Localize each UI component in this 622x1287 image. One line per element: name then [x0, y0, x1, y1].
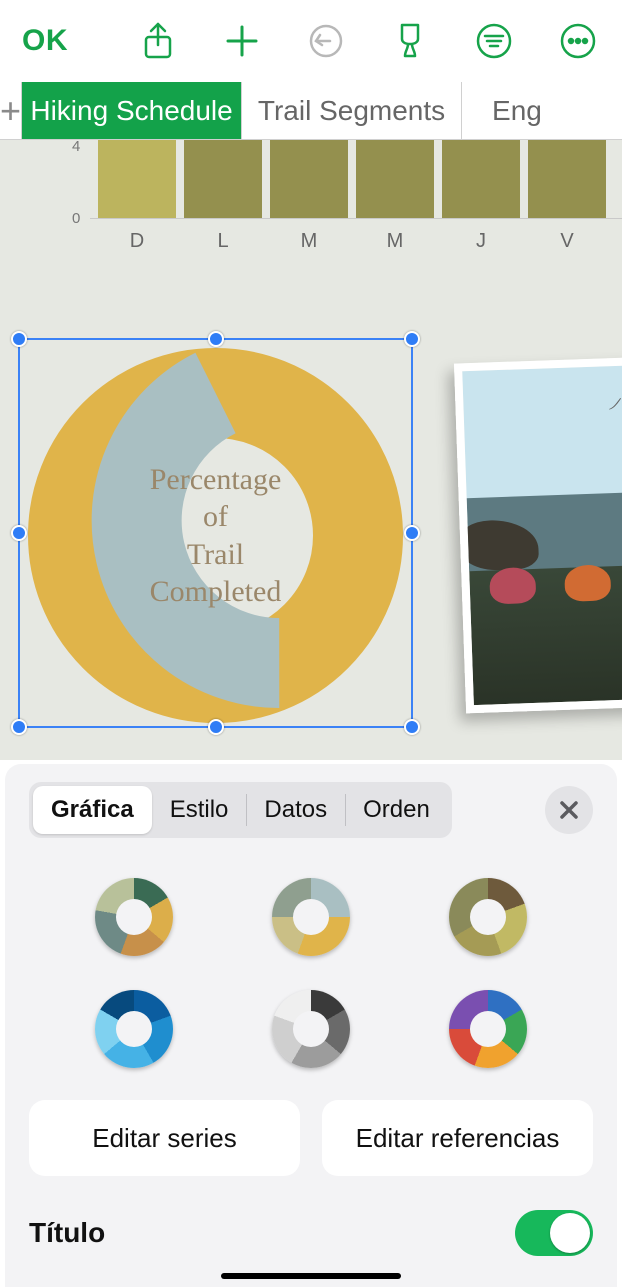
- edit-references-button[interactable]: Editar referencias: [322, 1100, 593, 1176]
- share-icon[interactable]: [136, 19, 180, 63]
- top-toolbar: OK: [0, 0, 622, 82]
- organize-icon[interactable]: [472, 19, 516, 63]
- tab-trail-segments[interactable]: Trail Segments: [242, 82, 462, 139]
- bar-V: [528, 140, 606, 218]
- undo-icon: [304, 19, 348, 63]
- sheet-canvas[interactable]: 4 0 D L M M J V Percentage of Trail Comp…: [0, 140, 622, 760]
- panel-segmented-control: Gráfica Estilo Datos Orden: [29, 782, 452, 838]
- resize-handle-se[interactable]: [404, 719, 420, 735]
- title-toggle[interactable]: [515, 1210, 593, 1256]
- resize-handle-e[interactable]: [404, 525, 420, 541]
- resize-handle-sw[interactable]: [11, 719, 27, 735]
- resize-handle-ne[interactable]: [404, 331, 420, 347]
- segment-orden[interactable]: Orden: [345, 786, 448, 834]
- chart-style-2[interactable]: [272, 878, 350, 956]
- segment-datos[interactable]: Datos: [246, 786, 345, 834]
- tab-hiking-schedule[interactable]: Hiking Schedule: [22, 82, 242, 139]
- chart-style-grid: [5, 838, 617, 1096]
- close-panel-button[interactable]: [545, 786, 593, 834]
- bar-chart-fragment: 4 0 D L M M J V: [0, 140, 622, 255]
- add-icon[interactable]: [220, 19, 264, 63]
- edit-series-button[interactable]: Editar series: [29, 1100, 300, 1176]
- x-label-L: L: [184, 230, 262, 253]
- bar-L: [184, 140, 262, 218]
- chart-style-5[interactable]: [272, 990, 350, 1068]
- bar-J: [442, 140, 520, 218]
- home-indicator: [221, 1273, 401, 1279]
- resize-handle-s[interactable]: [208, 719, 224, 735]
- ok-button[interactable]: OK: [22, 24, 68, 58]
- photo-thumbnail[interactable]: ୵: [454, 357, 622, 714]
- y-tick-4: 4: [72, 140, 80, 155]
- chart-style-6[interactable]: [449, 990, 527, 1068]
- tab-eng[interactable]: Eng: [462, 82, 622, 139]
- resize-handle-n[interactable]: [208, 331, 224, 347]
- bar-M1: [270, 140, 348, 218]
- format-panel: Gráfica Estilo Datos Orden Editar series…: [5, 764, 617, 1287]
- segment-grafica[interactable]: Gráfica: [33, 786, 152, 834]
- segment-estilo[interactable]: Estilo: [152, 786, 247, 834]
- x-label-M1: M: [270, 230, 348, 253]
- format-brush-icon[interactable]: [388, 19, 432, 63]
- bar-D: [98, 140, 176, 218]
- x-label-V: V: [528, 230, 606, 253]
- more-icon[interactable]: [556, 19, 600, 63]
- x-label-D: D: [98, 230, 176, 253]
- add-sheet-button[interactable]: +: [0, 82, 22, 139]
- y-tick-0: 0: [72, 210, 80, 227]
- x-label-J: J: [442, 230, 520, 253]
- chart-style-4[interactable]: [95, 990, 173, 1068]
- selection-bounding-box[interactable]: [18, 338, 413, 728]
- x-label-M2: M: [356, 230, 434, 253]
- resize-handle-w[interactable]: [11, 525, 27, 541]
- title-row-label: Título: [29, 1217, 105, 1249]
- chart-style-1[interactable]: [95, 878, 173, 956]
- sheet-tabs: + Hiking Schedule Trail Segments Eng: [0, 82, 622, 140]
- bar-M2: [356, 140, 434, 218]
- chart-style-3[interactable]: [449, 878, 527, 956]
- resize-handle-nw[interactable]: [11, 331, 27, 347]
